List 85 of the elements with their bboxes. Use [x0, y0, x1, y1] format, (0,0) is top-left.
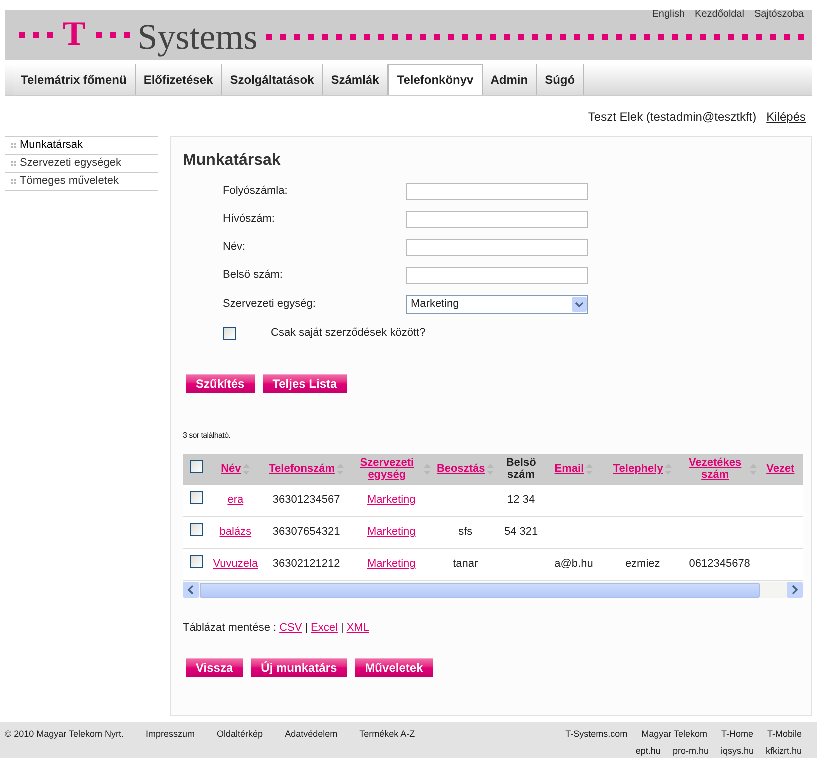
footer-link[interactable]: T-Home	[721, 728, 754, 742]
page-title: Munkatársak	[183, 151, 282, 171]
input-field[interactable]	[406, 211, 588, 228]
table-link[interactable]: Marketing	[368, 494, 416, 506]
footer-link[interactable]: Impresszum	[146, 728, 196, 758]
table-cell: tanar	[453, 558, 478, 570]
sidebar-item[interactable]: Szervezeti egységek	[5, 155, 158, 173]
top-link[interactable]: Kezdőoldal	[695, 7, 745, 22]
table-cell: 36301234567	[272, 494, 340, 506]
logout-link[interactable]: Kilépés	[766, 108, 806, 126]
footer-link[interactable]: Magyar Telekom	[642, 728, 708, 742]
checkbox[interactable]	[190, 523, 203, 536]
input-field[interactable]	[406, 239, 588, 256]
nav-tab[interactable]: Szolgáltatások	[222, 64, 324, 95]
action-button[interactable]: Teljes Lista	[262, 374, 348, 392]
footer-link[interactable]: iqsys.hu	[720, 744, 754, 758]
checkbox[interactable]	[190, 460, 203, 473]
column-header: Belsö szám	[505, 457, 538, 481]
footer-link[interactable]: ept.hu	[636, 744, 661, 758]
footer-link[interactable]: kfkizrt.hu	[766, 744, 802, 758]
footer-link[interactable]: pro-m.hu	[672, 744, 709, 758]
scroll-left-icon[interactable]	[183, 582, 199, 598]
table-cell: 0612345678	[689, 558, 750, 570]
action-button[interactable]: Szűkítés	[186, 374, 255, 392]
table-cell: a@b.hu	[554, 558, 594, 570]
logo-wordmark: Systems	[138, 19, 258, 55]
table-cell: 12 34	[508, 494, 536, 506]
column-header: Vezet	[766, 463, 795, 475]
table-link[interactable]: balázs	[220, 526, 252, 538]
table-cell: 54 321	[504, 526, 538, 538]
action-button[interactable]: Műveletek	[355, 658, 434, 676]
nav-tab[interactable]: Telemátrix főmenü	[13, 64, 136, 95]
top-link[interactable]: English	[652, 7, 686, 22]
nav-tab[interactable]: Telefonkönyv	[388, 64, 483, 95]
table-cell: 36307654321	[272, 526, 340, 538]
sidebar-item[interactable]: Tömeges műveletek	[5, 173, 158, 191]
nav-tab[interactable]: Előfizetések	[136, 64, 222, 95]
action-button[interactable]: Vissza	[186, 658, 244, 676]
field-label: Hívószám:	[223, 212, 276, 228]
export-link[interactable]: Excel	[311, 620, 338, 636]
action-button[interactable]: Új munkatárs	[251, 658, 348, 676]
sidebar-item[interactable]: Munkatársak	[5, 137, 158, 155]
grip-icon	[11, 143, 16, 148]
export-label: Táblázat mentése :	[183, 621, 277, 636]
input-field[interactable]	[406, 267, 588, 284]
scroll-right-icon[interactable]	[787, 582, 803, 598]
grip-icon	[11, 161, 16, 166]
table-link[interactable]: Marketing	[368, 526, 416, 538]
export-link[interactable]: XML	[346, 620, 370, 636]
field-label: Belsö szám:	[223, 268, 284, 284]
checkbox-label: Csak saját szerződések között?	[271, 326, 426, 341]
checkbox[interactable]	[190, 555, 203, 568]
input-field[interactable]	[406, 183, 588, 200]
field-label: Név:	[223, 240, 247, 256]
checkbox[interactable]	[223, 326, 236, 340]
table-cell: sfs	[458, 526, 473, 538]
select-field[interactable]: Marketing	[406, 295, 588, 314]
scroll-thumb[interactable]	[200, 582, 760, 598]
footer-link[interactable]: Oldaltérkép	[217, 728, 264, 758]
result-count: 3 sor található.	[183, 430, 232, 442]
separator: |	[305, 621, 308, 636]
table-link[interactable]: Marketing	[368, 558, 416, 570]
footer-link[interactable]: Adatvédelem	[285, 728, 338, 758]
top-link[interactable]: Sajtószoba	[754, 7, 804, 22]
footer-link[interactable]: Termékek A-Z	[360, 728, 416, 758]
footer-link[interactable]: T-Systems.com	[566, 728, 628, 742]
table-link[interactable]: Vuvuzela	[213, 558, 258, 570]
logo-mark: T	[63, 18, 86, 52]
field-label: Folyószámla:	[223, 184, 289, 200]
nav-tab[interactable]: Számlák	[323, 64, 388, 95]
nav-tab[interactable]: Admin	[482, 64, 538, 95]
separator: |	[340, 621, 344, 636]
table-cell: ezmiez	[625, 558, 660, 570]
chevron-down-icon	[572, 297, 587, 312]
field-label: Szervezeti egység:	[223, 297, 317, 312]
horizontal-scrollbar[interactable]	[183, 582, 803, 598]
table-cell: 36302121212	[272, 558, 340, 570]
nav-tab[interactable]: Súgó	[537, 64, 584, 95]
export-link[interactable]: CSV	[280, 620, 302, 636]
copyright: © 2010 Magyar Telekom Nyrt.	[5, 728, 124, 741]
table-link[interactable]: era	[228, 494, 244, 506]
footer-link[interactable]: T-Mobile	[767, 728, 802, 742]
checkbox[interactable]	[190, 491, 203, 504]
user-name: Teszt Elek (testadmin@tesztkft)	[588, 109, 757, 126]
grip-icon	[11, 179, 16, 184]
